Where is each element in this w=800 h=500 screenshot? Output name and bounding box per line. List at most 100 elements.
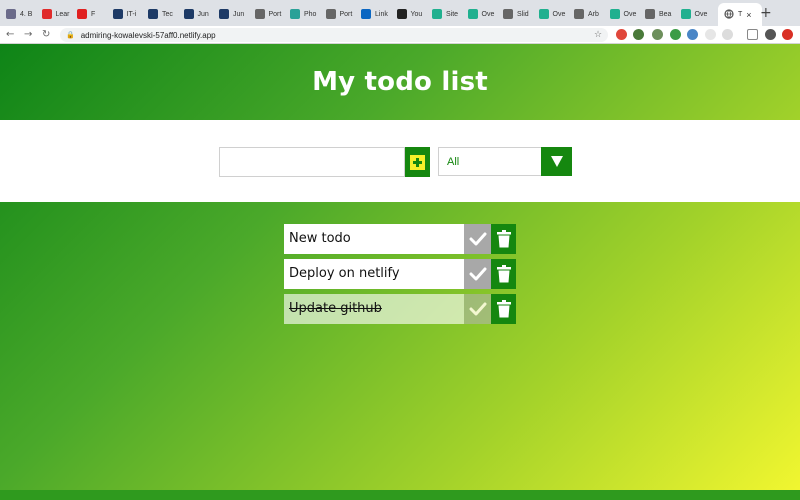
browser-tab[interactable]: Port bbox=[254, 4, 281, 24]
tab-label: Lear bbox=[55, 10, 70, 18]
tab-favicon-icon bbox=[41, 9, 52, 19]
trash-icon bbox=[496, 300, 511, 318]
update-icon[interactable] bbox=[782, 29, 793, 40]
tab-label: Tec bbox=[162, 10, 173, 18]
close-tab-icon[interactable]: × bbox=[746, 10, 751, 20]
extension-icon[interactable] bbox=[633, 29, 644, 40]
tab-label: Ove bbox=[694, 10, 708, 18]
tab-label: 4. B bbox=[20, 10, 33, 18]
extension-icon[interactable] bbox=[722, 29, 733, 40]
complete-button[interactable] bbox=[464, 224, 491, 254]
tab-label: Ove bbox=[481, 10, 495, 18]
lock-icon: 🔒 bbox=[66, 31, 75, 39]
tab-favicon-icon bbox=[680, 9, 691, 19]
todo-item-completed: Update github bbox=[284, 294, 516, 324]
extension-icon[interactable] bbox=[687, 29, 698, 40]
browser-tab[interactable]: Bea bbox=[645, 4, 671, 24]
browser-tab[interactable]: Port bbox=[325, 4, 353, 24]
check-icon bbox=[469, 267, 486, 281]
tab-favicon-icon bbox=[325, 9, 336, 19]
url-text: admiring-kowalevski-57aff0.netlify.app bbox=[80, 30, 216, 40]
tab-label: Bea bbox=[659, 10, 672, 18]
check-icon bbox=[469, 232, 486, 246]
back-icon[interactable]: ← bbox=[6, 28, 14, 42]
todo-text: Update github bbox=[284, 294, 464, 324]
browser-tab[interactable]: Slid bbox=[503, 4, 529, 24]
extension-icon[interactable] bbox=[705, 29, 716, 40]
tab-favicon-icon bbox=[432, 9, 442, 19]
browser-tab[interactable]: Ove bbox=[680, 4, 708, 24]
todo-item: New todo bbox=[284, 224, 516, 254]
delete-button[interactable] bbox=[491, 294, 516, 324]
reload-icon[interactable]: ↻ bbox=[42, 28, 50, 42]
tab-favicon-icon bbox=[609, 9, 620, 19]
tab-favicon-icon bbox=[290, 9, 300, 19]
address-bar-row: ← → ↻ 🔒 admiring-kowalevski-57aff0.netli… bbox=[0, 26, 800, 44]
tab-label: F bbox=[91, 10, 96, 18]
footer-strip bbox=[0, 490, 800, 500]
tab-favicon-icon bbox=[77, 9, 87, 19]
tab-active[interactable]: T × bbox=[718, 3, 762, 26]
browser-tab[interactable]: Ove bbox=[609, 4, 637, 24]
check-icon bbox=[469, 302, 486, 316]
add-todo-button[interactable] bbox=[405, 147, 430, 177]
browser-tab[interactable]: Jun bbox=[183, 4, 209, 24]
tab-favicon-icon bbox=[254, 9, 265, 19]
tab-label: Jun bbox=[197, 10, 209, 18]
browser-tab[interactable]: Jun bbox=[219, 4, 244, 24]
tab-label: IT-i bbox=[126, 10, 137, 18]
tab-favicon-icon bbox=[396, 9, 407, 19]
tab-favicon-icon bbox=[148, 9, 158, 19]
filter-dropdown-button[interactable] bbox=[541, 147, 572, 176]
browser-tab[interactable]: You bbox=[396, 4, 422, 24]
filter-select[interactable]: All bbox=[438, 147, 542, 176]
tab-label: Site bbox=[446, 10, 459, 18]
reading-list-icon[interactable] bbox=[747, 29, 758, 40]
trash-icon bbox=[496, 230, 511, 248]
todo-input[interactable] bbox=[219, 147, 405, 177]
todo-text: New todo bbox=[284, 224, 464, 254]
tab-label: Ove bbox=[623, 10, 637, 18]
tab-favicon-icon bbox=[361, 9, 371, 19]
tab-label: Jun bbox=[233, 10, 245, 18]
browser-tab[interactable]: Arb bbox=[574, 4, 599, 24]
browser-tab[interactable]: 4. B bbox=[6, 4, 32, 24]
tab-label: Link bbox=[375, 10, 388, 18]
tab-favicon-icon bbox=[467, 9, 478, 19]
todo-app: My todo list All New todo Deploy on netl… bbox=[0, 44, 800, 500]
browser-tab[interactable]: Tec bbox=[148, 4, 173, 24]
star-icon[interactable]: ☆ bbox=[594, 28, 602, 42]
tab-label: Pho bbox=[304, 10, 317, 18]
tab-favicon-icon bbox=[645, 9, 655, 19]
tab-favicon-icon bbox=[574, 9, 584, 19]
browser-tab[interactable]: IT-i bbox=[112, 4, 137, 24]
browser-tab[interactable]: Lear bbox=[41, 4, 70, 24]
browser-tab[interactable]: Ove bbox=[538, 4, 566, 24]
browser-tab[interactable]: Site bbox=[432, 4, 458, 24]
header: My todo list bbox=[0, 44, 800, 120]
todo-item: Deploy on netlify bbox=[284, 259, 516, 289]
globe-icon bbox=[724, 8, 734, 21]
complete-button[interactable] bbox=[464, 259, 491, 289]
complete-button[interactable] bbox=[464, 294, 491, 324]
forward-icon[interactable]: → bbox=[24, 28, 32, 42]
browser-tab[interactable]: Ove bbox=[467, 4, 495, 24]
tab-active-label: T bbox=[738, 11, 743, 18]
browser-tab[interactable]: Pho bbox=[290, 4, 316, 24]
tab-favicon-icon bbox=[112, 9, 123, 19]
page-title: My todo list bbox=[312, 67, 488, 97]
delete-button[interactable] bbox=[491, 259, 516, 289]
extension-icon[interactable] bbox=[670, 29, 681, 40]
browser-tab[interactable]: F bbox=[77, 4, 95, 24]
tab-label: Port bbox=[339, 10, 353, 18]
extension-icon[interactable] bbox=[616, 29, 627, 40]
new-tab-icon[interactable]: + bbox=[760, 6, 772, 20]
delete-button[interactable] bbox=[491, 224, 516, 254]
extension-icon[interactable] bbox=[652, 29, 663, 40]
address-bar[interactable]: 🔒 admiring-kowalevski-57aff0.netlify.app bbox=[60, 28, 608, 42]
tab-label: Ove bbox=[552, 10, 566, 18]
profile-icon[interactable] bbox=[765, 29, 776, 40]
browser-tab[interactable]: Link bbox=[361, 4, 388, 24]
caret-down-icon bbox=[550, 156, 563, 167]
todo-text: Deploy on netlify bbox=[284, 259, 464, 289]
